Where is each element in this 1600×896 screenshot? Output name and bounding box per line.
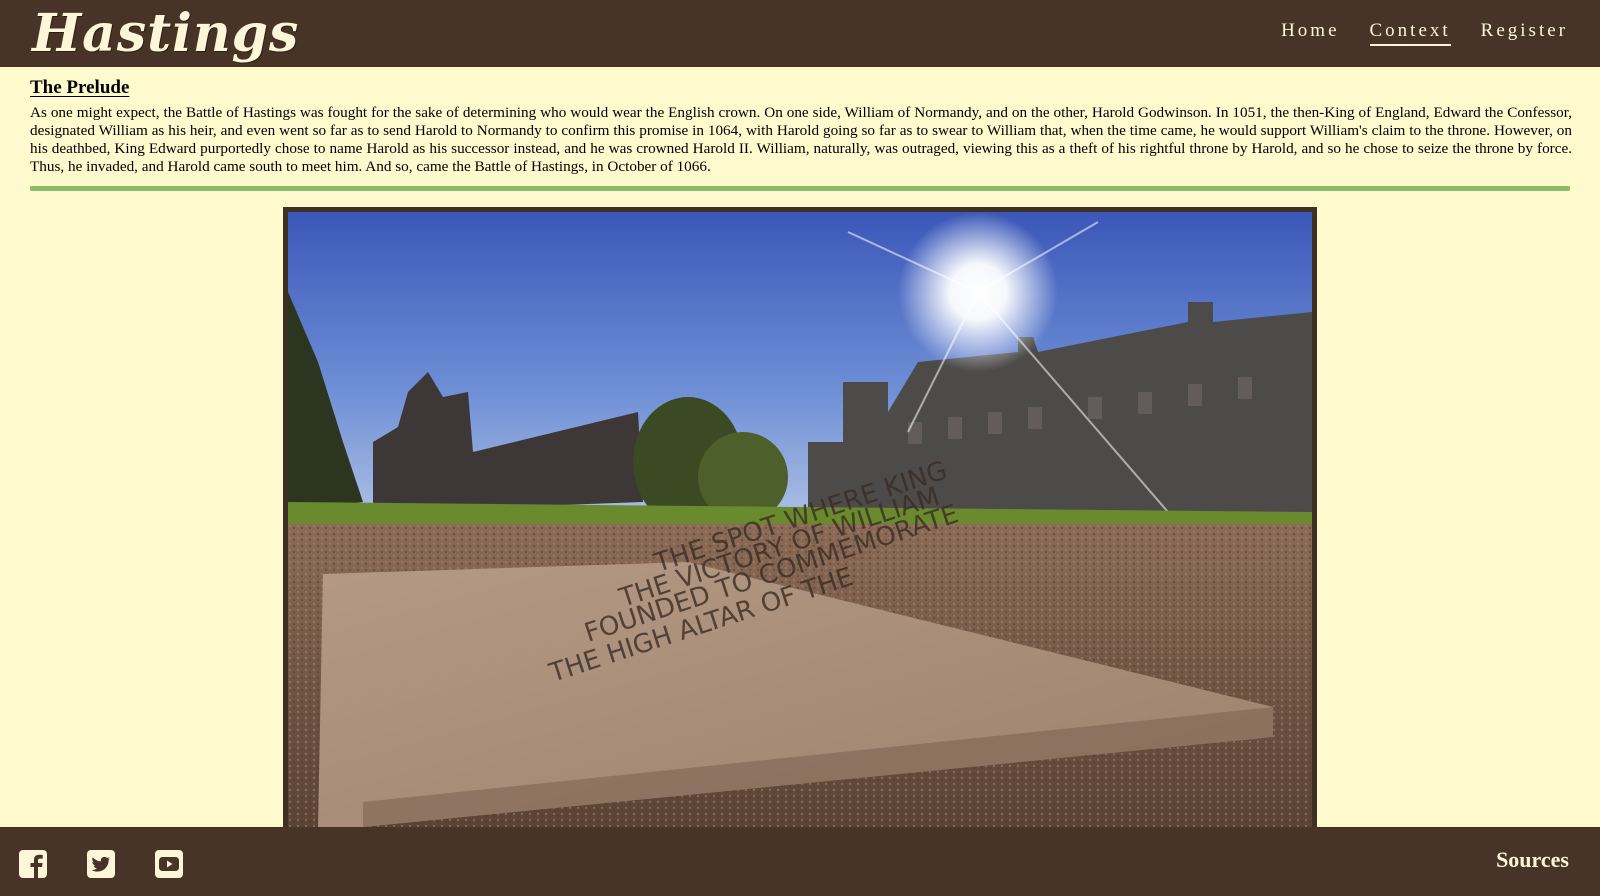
main-nav: Home Context Register — [1281, 20, 1568, 46]
facebook-icon[interactable] — [18, 849, 48, 879]
sources-link[interactable]: Sources — [1496, 847, 1569, 873]
photo-illustration: THE HIGH ALTAR OF THE FOUNDED TO COMMEMO… — [288, 212, 1312, 827]
nav-register-link[interactable]: Register — [1481, 20, 1568, 46]
section-title: The Prelude — [30, 77, 130, 98]
site-footer: Sources — [0, 827, 1600, 896]
nav-home-link[interactable]: Home — [1281, 20, 1339, 46]
section-divider — [30, 186, 1570, 191]
section-paragraph: As one might expect, the Battle of Hasti… — [30, 104, 1572, 175]
social-links — [18, 849, 184, 879]
battle-abbey-photo: THE HIGH ALTAR OF THE FOUNDED TO COMMEMO… — [283, 207, 1317, 827]
twitter-icon[interactable] — [86, 849, 116, 879]
youtube-icon[interactable] — [154, 849, 184, 879]
site-header: Hastings Home Context Register — [0, 0, 1600, 67]
nav-context-link[interactable]: Context — [1369, 20, 1451, 46]
site-logo[interactable]: Hastings — [32, 4, 299, 64]
